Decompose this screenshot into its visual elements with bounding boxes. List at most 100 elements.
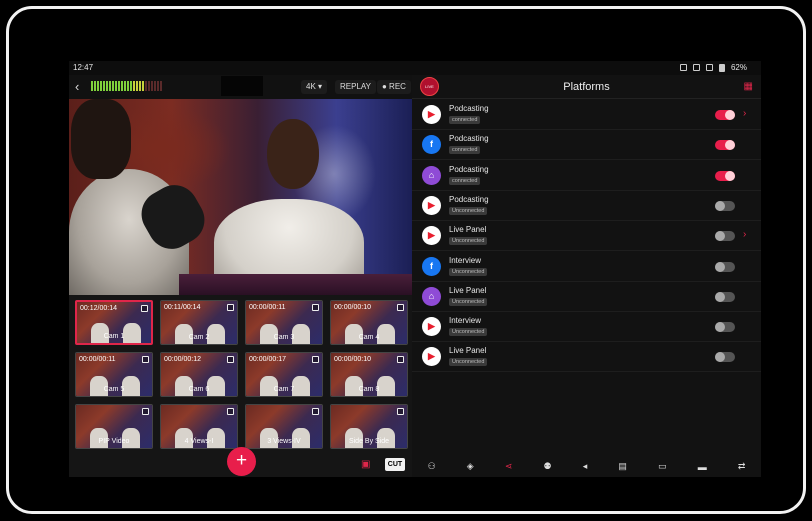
- platform-toggle[interactable]: [715, 231, 735, 242]
- layout-icon[interactable]: ▣: [361, 459, 370, 470]
- grid-icon[interactable]: ▦: [744, 81, 753, 92]
- meter-bar: [145, 81, 147, 91]
- thumb-label: Cam 4: [358, 334, 380, 341]
- add-source-button[interactable]: +: [227, 447, 256, 476]
- platform-row[interactable]: ▶ Podcasting connected ›: [412, 100, 761, 130]
- program-preview[interactable]: [69, 99, 412, 295]
- device-frame: 12:47 62% ‹ 4K ▾ REPLAY ● REC 00:12/00:1…: [6, 6, 806, 514]
- chevron-right-icon[interactable]: ›: [743, 108, 746, 119]
- platform-row[interactable]: ▶ Live Panel Unconnected: [412, 342, 761, 373]
- quality-selector[interactable]: 4K ▾: [301, 80, 328, 94]
- audio-icon[interactable]: ◂: [583, 461, 588, 472]
- connection-status: Unconnected: [449, 328, 488, 337]
- thumb-timecode: 00:00/00:10: [334, 304, 371, 311]
- source-thumb[interactable]: 00:00/00:11 Cam 3: [245, 300, 323, 345]
- select-checkbox-icon[interactable]: [397, 408, 404, 415]
- host-head: [71, 99, 131, 179]
- platform-row[interactable]: f Interview Unconnected: [412, 252, 761, 282]
- guests-icon[interactable]: ⚉: [544, 461, 552, 472]
- select-checkbox-icon[interactable]: [227, 356, 234, 363]
- calendar-icon[interactable]: ▤: [618, 461, 627, 472]
- source-thumb[interactable]: 00:00/00:12 Cam 6: [160, 352, 238, 397]
- platform-row[interactable]: ⌂ Live Panel Unconnected: [412, 282, 761, 312]
- select-checkbox-icon[interactable]: [397, 356, 404, 363]
- select-checkbox-icon[interactable]: [142, 356, 149, 363]
- bottom-nav: ⚇ ◈ ⋖ ⚉ ◂ ▤ ▭ ▬ ⇄: [412, 456, 761, 477]
- select-checkbox-icon[interactable]: [312, 356, 319, 363]
- source-thumb[interactable]: 00:00/00:11 Cam 5: [75, 352, 153, 397]
- platform-toggle[interactable]: [715, 170, 735, 181]
- platform-toggle[interactable]: [715, 261, 735, 272]
- thumb-timecode: 00:12/00:14: [80, 305, 117, 312]
- source-thumb[interactable]: 00:11/00:14 Cam 2: [160, 300, 238, 345]
- battery-icon: [718, 63, 725, 72]
- platform-name: Interview: [449, 255, 482, 265]
- connection-status: connected: [449, 116, 481, 124]
- scene-icon[interactable]: ⚇: [428, 461, 436, 472]
- source-thumb[interactable]: 00:00/00:17 Cam 7: [245, 352, 323, 397]
- source-thumb[interactable]: 00:00/00:10 Cam 4: [330, 300, 408, 345]
- source-thumb[interactable]: 3 Views-IV: [245, 404, 323, 449]
- platforms-header: LIVE Platforms ▦: [412, 75, 761, 99]
- platform-toggle[interactable]: [715, 110, 735, 120]
- select-checkbox-icon[interactable]: [142, 408, 149, 415]
- thumb-label: Cam 5: [103, 386, 125, 393]
- select-checkbox-icon[interactable]: [312, 304, 319, 311]
- meter-bar: [148, 81, 150, 91]
- select-checkbox-icon[interactable]: [227, 304, 234, 311]
- toggle-knob: [725, 170, 735, 181]
- thumb-timecode: 00:00/00:12: [164, 356, 201, 363]
- replay-button[interactable]: REPLAY: [335, 80, 376, 94]
- platform-name: Podcasting: [449, 164, 489, 174]
- thumb-label: 4 Views-I: [184, 438, 214, 445]
- select-checkbox-icon[interactable]: [141, 305, 148, 312]
- platform-toggle[interactable]: [715, 291, 735, 302]
- battery-percent: 62%: [730, 63, 747, 72]
- meter-bar: [154, 81, 156, 91]
- meter-bar: [91, 81, 93, 91]
- toggle-knob: [715, 231, 725, 242]
- app-screen: 12:47 62% ‹ 4K ▾ REPLAY ● REC 00:12/00:1…: [69, 61, 761, 477]
- play-icon: ▶: [422, 195, 441, 215]
- rec-button[interactable]: ● REC: [377, 80, 411, 94]
- facebook-icon: f: [422, 135, 441, 155]
- meter-bar: [97, 81, 99, 91]
- status-bar: 12:47 62%: [69, 61, 761, 75]
- select-checkbox-icon[interactable]: [227, 408, 234, 415]
- meter-bar: [112, 81, 114, 91]
- source-thumb[interactable]: Side By Side: [330, 404, 408, 449]
- chat-icon[interactable]: ▬: [698, 462, 707, 472]
- back-arrow-icon[interactable]: ‹: [75, 79, 79, 94]
- platform-name: Podcasting: [449, 134, 489, 144]
- platform-row[interactable]: ▶ Podcasting Unconnected: [412, 191, 761, 221]
- platform-row[interactable]: f Podcasting connected: [412, 130, 761, 161]
- facebook-icon: f: [422, 256, 441, 276]
- cut-button[interactable]: CUT: [385, 458, 405, 471]
- toggle-knob: [715, 322, 725, 333]
- source-thumb[interactable]: 4 Views-I: [160, 404, 238, 449]
- platform-name: Podcasting: [449, 104, 489, 113]
- connection-status: Unconnected: [449, 297, 488, 306]
- chevron-right-icon[interactable]: ›: [743, 229, 746, 240]
- platform-row[interactable]: ▶ Interview Unconnected: [412, 312, 761, 343]
- select-checkbox-icon[interactable]: [312, 408, 319, 415]
- platform-toggle[interactable]: [715, 352, 735, 363]
- layers-icon[interactable]: ◈: [467, 461, 474, 472]
- select-checkbox-icon[interactable]: [397, 304, 404, 311]
- platform-toggle[interactable]: [715, 140, 735, 151]
- camera-icon[interactable]: ▭: [658, 461, 667, 472]
- source-thumb[interactable]: 00:12/00:14 Cam 1: [75, 300, 153, 345]
- platform-row[interactable]: ▶ Live Panel Unconnected ›: [412, 221, 761, 252]
- source-thumb[interactable]: PIP Video: [75, 404, 153, 449]
- toggle-knob: [715, 291, 725, 302]
- connection-status: connected: [449, 146, 481, 155]
- thumb-label: Cam 8: [358, 386, 380, 393]
- platform-toggle[interactable]: [715, 322, 735, 333]
- source-thumb[interactable]: 00:00/00:10 Cam 8: [330, 352, 408, 397]
- meter-bar: [127, 81, 129, 91]
- platform-row[interactable]: ⌂ Podcasting connected: [412, 161, 761, 191]
- meter-bar: [136, 81, 138, 91]
- switch-icon[interactable]: ⇄: [738, 461, 746, 472]
- platform-toggle[interactable]: [715, 200, 735, 211]
- share-icon[interactable]: ⋖: [505, 461, 513, 472]
